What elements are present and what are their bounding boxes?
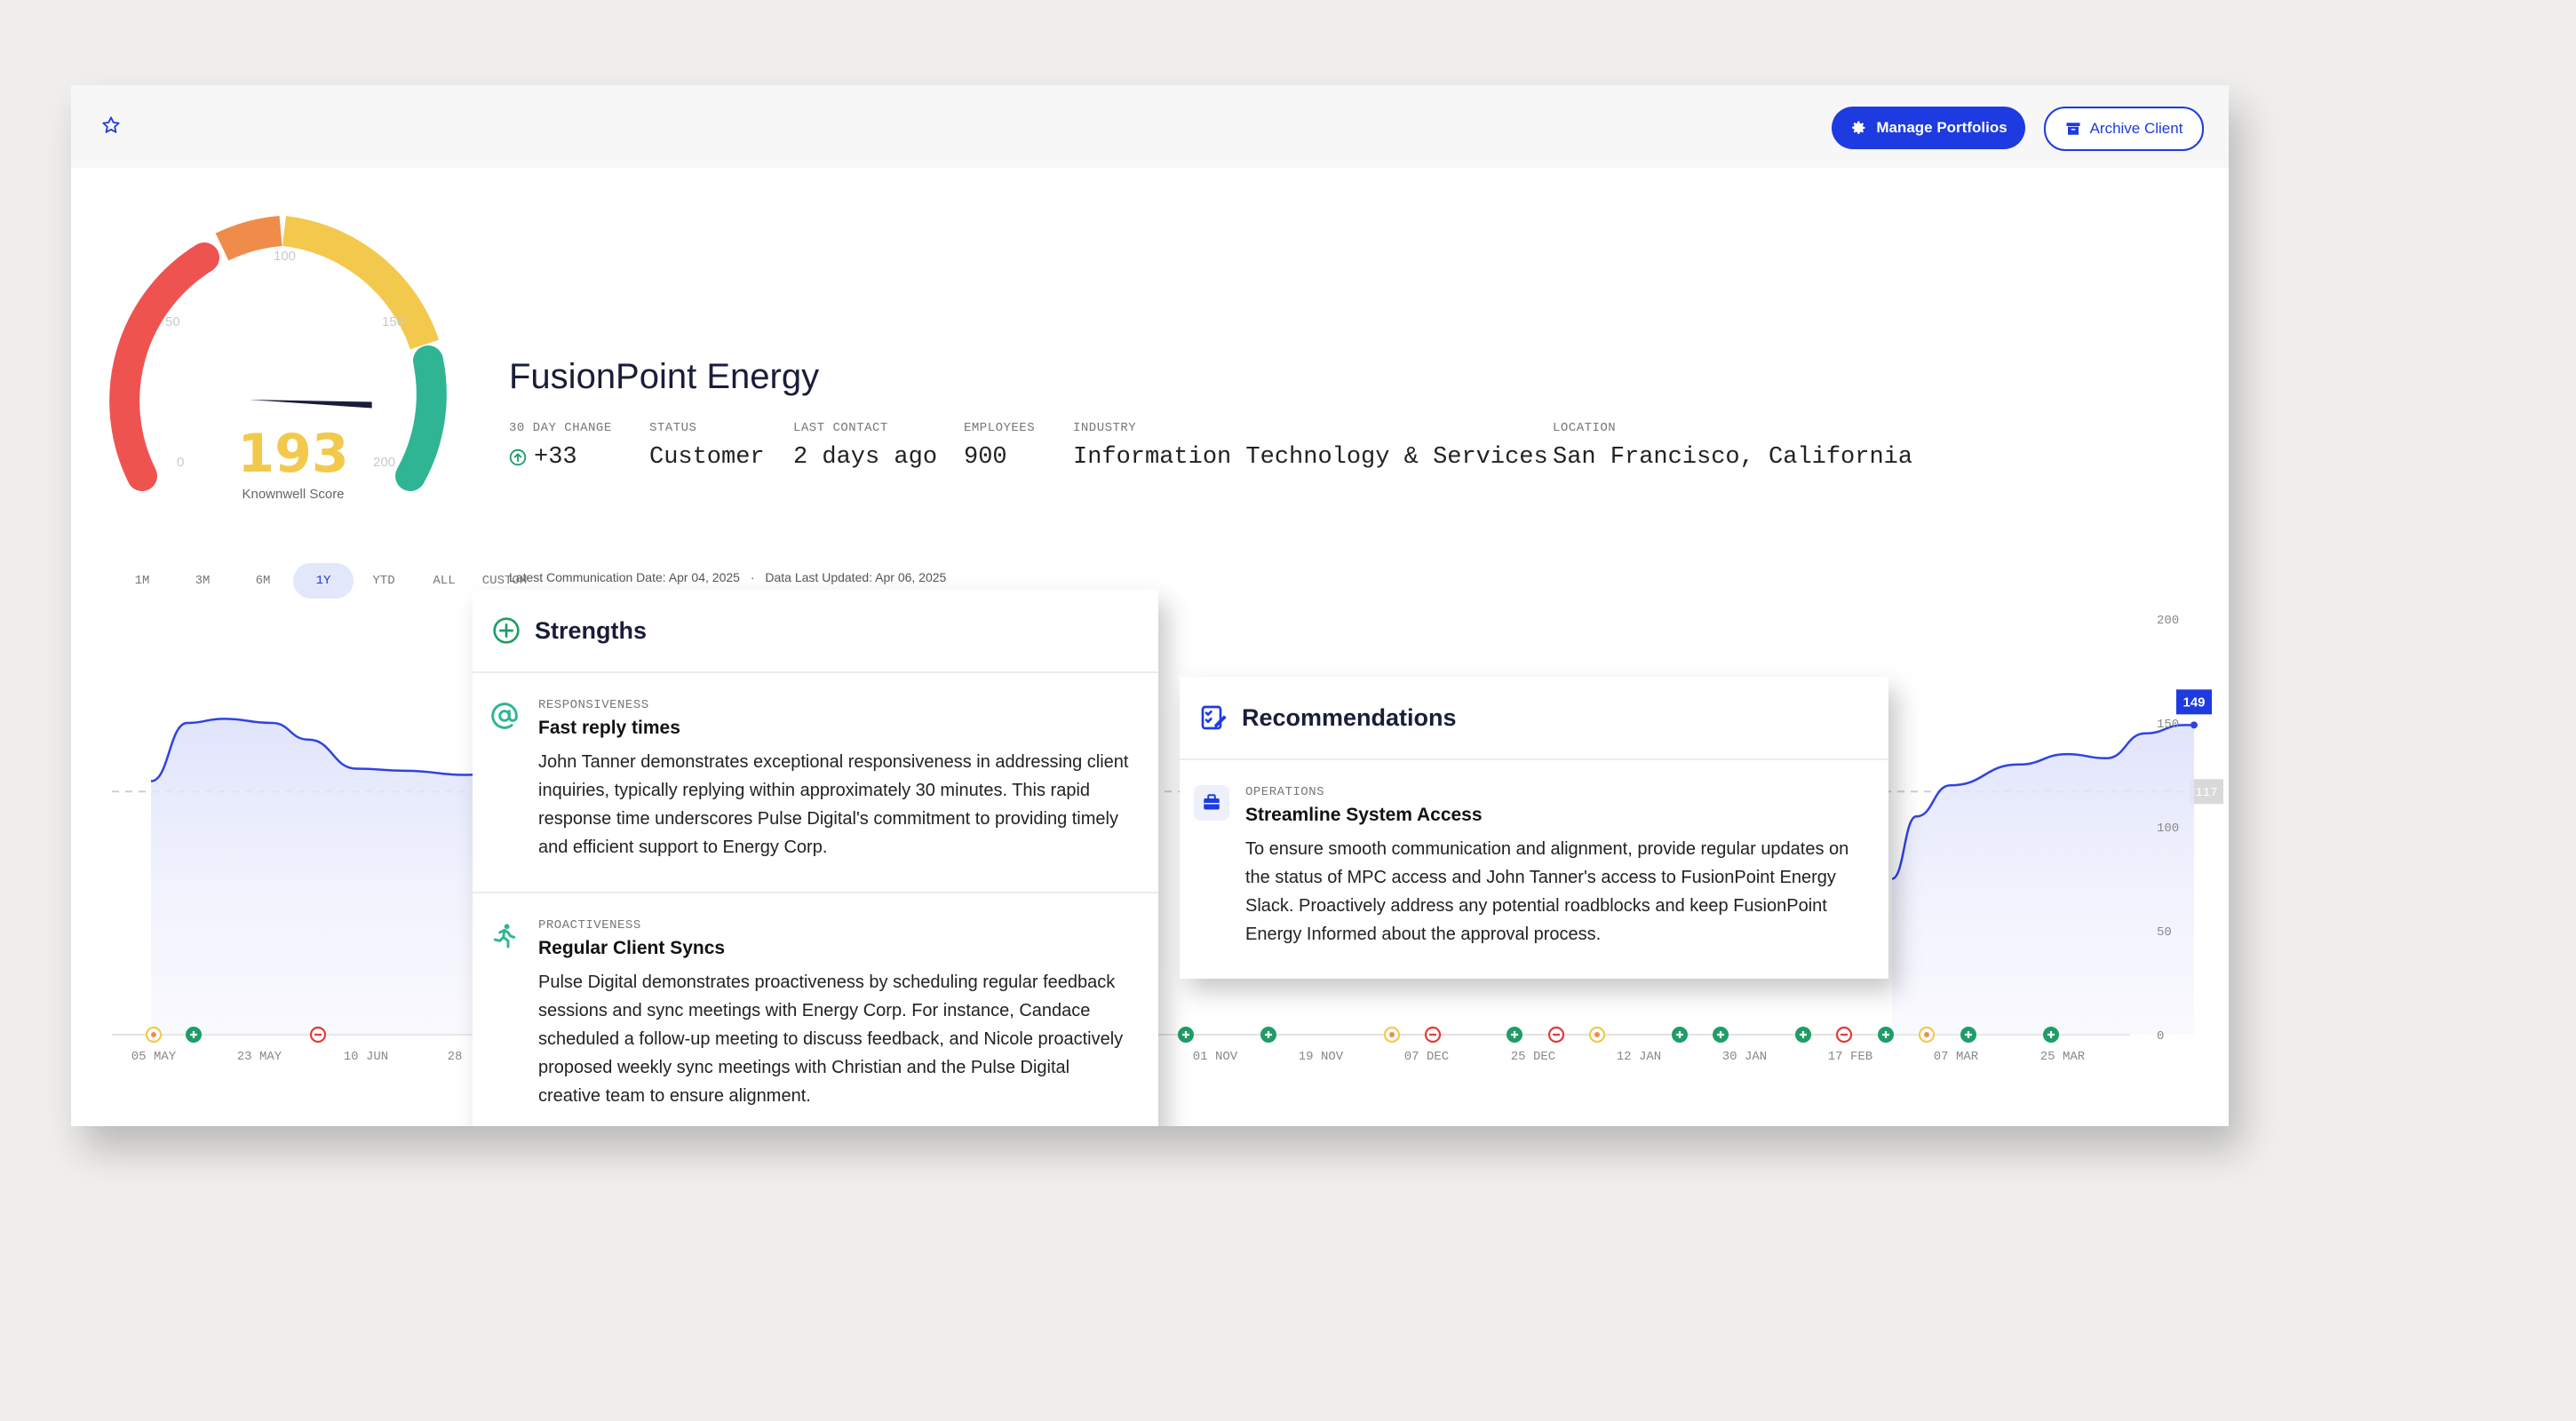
strength-category: RESPONSIVENESS xyxy=(538,698,649,712)
recommendations-header: Recommendations xyxy=(1180,677,1888,760)
x-tick-label: 07 MAR xyxy=(1934,1050,1979,1064)
x-tick-label: 25 MAR xyxy=(2040,1050,2086,1064)
y-tick-label: 0 xyxy=(2157,1029,2164,1044)
strength-title: Fast reply times xyxy=(538,718,680,738)
score-area-right xyxy=(1892,725,2194,1035)
strength-body: John Tanner demonstrates exceptional res… xyxy=(538,752,1129,857)
recommendation-title: Streamline System Access xyxy=(1245,805,1483,825)
client-card: Manage Portfolios Archive Client 0 50 10… xyxy=(71,85,2229,1126)
x-tick-label: 28 xyxy=(448,1050,463,1064)
reference-label: 117 xyxy=(2195,786,2217,800)
score-area-left xyxy=(151,718,502,1035)
strength-title: Regular Client Syncs xyxy=(538,938,726,958)
briefcase-icon xyxy=(1194,785,1229,821)
strength-body: Pulse Digital demonstrates proactiveness… xyxy=(538,972,1124,1106)
x-tick-label: 05 MAY xyxy=(131,1050,177,1064)
strength-category: PROACTIVENESS xyxy=(538,918,641,933)
current-label: 149 xyxy=(2182,695,2205,710)
current-point xyxy=(2190,721,2198,729)
recommendations-panel: Recommendations OPERATIONS Streamline Sy… xyxy=(1180,677,1888,979)
strengths-header: Strengths xyxy=(473,590,1158,673)
at-sign-icon xyxy=(491,703,518,729)
x-tick-label: 19 NOV xyxy=(1299,1050,1344,1064)
x-tick-label: 12 JAN xyxy=(1617,1050,1661,1064)
y-tick-label: 100 xyxy=(2157,822,2179,836)
y-tick-label: 150 xyxy=(2157,718,2179,732)
x-tick-label: 01 NOV xyxy=(1193,1050,1238,1064)
x-tick-label: 25 DEC xyxy=(1511,1050,1555,1064)
checklist-edit-icon xyxy=(1201,705,1227,730)
recommendation-category: OPERATIONS xyxy=(1245,785,1325,799)
recommendation-body: To ensure smooth communication and align… xyxy=(1245,839,1849,944)
recommendations-title: Recommendations xyxy=(1242,703,1457,731)
neutral-event-dot xyxy=(1924,1032,1929,1037)
strengths-panel: Strengths RESPONSIVENESS Fast reply time… xyxy=(473,590,1158,1126)
y-tick-label: 200 xyxy=(2157,614,2179,628)
neutral-event-dot xyxy=(1594,1032,1600,1037)
x-tick-label: 07 DEC xyxy=(1404,1050,1449,1064)
neutral-event-dot xyxy=(1389,1032,1395,1037)
plus-circle-icon xyxy=(493,617,520,644)
recommendation-item: OPERATIONS Streamline System Access To e… xyxy=(1180,760,1888,979)
neutral-event-dot xyxy=(151,1032,156,1037)
x-tick-label: 10 JUN xyxy=(344,1050,388,1064)
strength-item: RESPONSIVENESS Fast reply times John Tan… xyxy=(473,673,1158,893)
y-tick-label: 50 xyxy=(2157,925,2172,940)
strengths-title: Strengths xyxy=(535,616,648,644)
strength-item: PROACTIVENESS Regular Client Syncs Pulse… xyxy=(473,893,1158,1126)
running-person-icon xyxy=(493,924,516,949)
x-tick-label: 23 MAY xyxy=(237,1050,282,1064)
x-tick-label: 17 FEB xyxy=(1828,1050,1872,1064)
x-tick-label: 30 JAN xyxy=(1722,1050,1767,1064)
